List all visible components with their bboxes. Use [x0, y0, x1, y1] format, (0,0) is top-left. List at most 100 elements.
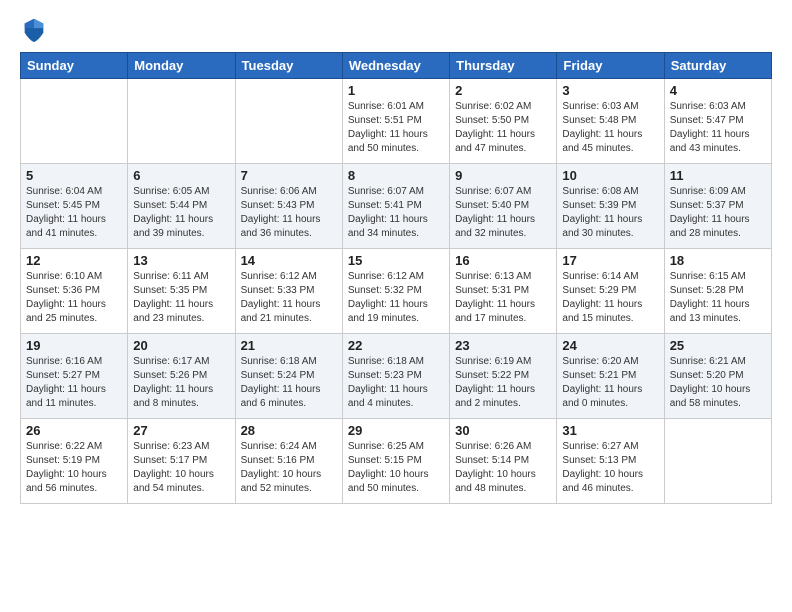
- day-info: Sunrise: 6:14 AM Sunset: 5:29 PM Dayligh…: [562, 270, 658, 326]
- day-number: 15: [348, 253, 444, 268]
- calendar-cell: [128, 79, 235, 164]
- calendar-cell: 23 Sunrise: 6:19 AM Sunset: 5:22 PM Dayli…: [450, 334, 557, 419]
- calendar-cell: [235, 79, 342, 164]
- day-info: Sunrise: 6:19 AM Sunset: 5:22 PM Dayligh…: [455, 355, 551, 411]
- day-number: 13: [133, 253, 229, 268]
- day-info: Sunrise: 6:13 AM Sunset: 5:31 PM Dayligh…: [455, 270, 551, 326]
- day-number: 10: [562, 168, 658, 183]
- day-info: Sunrise: 6:12 AM Sunset: 5:32 PM Dayligh…: [348, 270, 444, 326]
- calendar-cell: 7 Sunrise: 6:06 AM Sunset: 5:43 PM Daylig…: [235, 164, 342, 249]
- day-number: 21: [241, 338, 337, 353]
- weekday-header-friday: Friday: [557, 53, 664, 79]
- day-number: 24: [562, 338, 658, 353]
- calendar-cell: 5 Sunrise: 6:04 AM Sunset: 5:45 PM Daylig…: [21, 164, 128, 249]
- calendar-cell: 19 Sunrise: 6:16 AM Sunset: 5:27 PM Dayli…: [21, 334, 128, 419]
- calendar-cell: [664, 419, 771, 504]
- calendar-cell: 30 Sunrise: 6:26 AM Sunset: 5:14 PM Dayli…: [450, 419, 557, 504]
- weekday-header-wednesday: Wednesday: [342, 53, 449, 79]
- calendar-cell: 15 Sunrise: 6:12 AM Sunset: 5:32 PM Dayli…: [342, 249, 449, 334]
- calendar-cell: 1 Sunrise: 6:01 AM Sunset: 5:51 PM Daylig…: [342, 79, 449, 164]
- day-number: 16: [455, 253, 551, 268]
- calendar-cell: 8 Sunrise: 6:07 AM Sunset: 5:41 PM Daylig…: [342, 164, 449, 249]
- day-info: Sunrise: 6:16 AM Sunset: 5:27 PM Dayligh…: [26, 355, 122, 411]
- day-info: Sunrise: 6:22 AM Sunset: 5:19 PM Dayligh…: [26, 440, 122, 496]
- day-number: 9: [455, 168, 551, 183]
- calendar-cell: 2Sunrise: 6:02 AM Sunset: 5:50 PM Daylig…: [450, 79, 557, 164]
- calendar-cell: 9 Sunrise: 6:07 AM Sunset: 5:40 PM Daylig…: [450, 164, 557, 249]
- day-number: 25: [670, 338, 766, 353]
- day-info: Sunrise: 6:07 AM Sunset: 5:41 PM Dayligh…: [348, 185, 444, 241]
- calendar-cell: 29 Sunrise: 6:25 AM Sunset: 5:15 PM Dayli…: [342, 419, 449, 504]
- day-number: 30: [455, 423, 551, 438]
- calendar-cell: 12Sunrise: 6:10 AM Sunset: 5:36 PM Dayli…: [21, 249, 128, 334]
- day-info: Sunrise: 6:06 AM Sunset: 5:43 PM Dayligh…: [241, 185, 337, 241]
- calendar-cell: 3 Sunrise: 6:03 AM Sunset: 5:48 PM Daylig…: [557, 79, 664, 164]
- day-number: 17: [562, 253, 658, 268]
- day-number: 8: [348, 168, 444, 183]
- day-info: Sunrise: 6:08 AM Sunset: 5:39 PM Dayligh…: [562, 185, 658, 241]
- day-info: Sunrise: 6:12 AM Sunset: 5:33 PM Dayligh…: [241, 270, 337, 326]
- day-info: Sunrise: 6:18 AM Sunset: 5:24 PM Dayligh…: [241, 355, 337, 411]
- day-info: Sunrise: 6:03 AM Sunset: 5:47 PM Dayligh…: [670, 100, 766, 156]
- day-number: 28: [241, 423, 337, 438]
- day-number: 12: [26, 253, 122, 268]
- day-number: 29: [348, 423, 444, 438]
- weekday-header-monday: Monday: [128, 53, 235, 79]
- weekday-header-sunday: Sunday: [21, 53, 128, 79]
- day-number: 6: [133, 168, 229, 183]
- day-info: Sunrise: 6:27 AM Sunset: 5:13 PM Dayligh…: [562, 440, 658, 496]
- day-info: Sunrise: 6:01 AM Sunset: 5:51 PM Dayligh…: [348, 100, 444, 156]
- day-number: 23: [455, 338, 551, 353]
- calendar-cell: 21 Sunrise: 6:18 AM Sunset: 5:24 PM Dayli…: [235, 334, 342, 419]
- day-info: Sunrise: 6:18 AM Sunset: 5:23 PM Dayligh…: [348, 355, 444, 411]
- logo: [20, 16, 52, 44]
- calendar-cell: 11 Sunrise: 6:09 AM Sunset: 5:37 PM Dayli…: [664, 164, 771, 249]
- calendar-cell: 27 Sunrise: 6:23 AM Sunset: 5:17 PM Dayli…: [128, 419, 235, 504]
- calendar-cell: 17 Sunrise: 6:14 AM Sunset: 5:29 PM Dayli…: [557, 249, 664, 334]
- calendar-cell: 28 Sunrise: 6:24 AM Sunset: 5:16 PM Dayli…: [235, 419, 342, 504]
- day-number: 31: [562, 423, 658, 438]
- day-number: 4: [670, 83, 766, 98]
- day-number: 7: [241, 168, 337, 183]
- calendar-cell: 22 Sunrise: 6:18 AM Sunset: 5:23 PM Dayli…: [342, 334, 449, 419]
- day-info: Sunrise: 6:07 AM Sunset: 5:40 PM Dayligh…: [455, 185, 551, 241]
- calendar-cell: 13 Sunrise: 6:11 AM Sunset: 5:35 PM Dayli…: [128, 249, 235, 334]
- day-number: 2: [455, 83, 551, 98]
- day-number: 1: [348, 83, 444, 98]
- day-number: 14: [241, 253, 337, 268]
- day-number: 3: [562, 83, 658, 98]
- calendar-cell: 10 Sunrise: 6:08 AM Sunset: 5:39 PM Dayli…: [557, 164, 664, 249]
- day-info: Sunrise: 6:11 AM Sunset: 5:35 PM Dayligh…: [133, 270, 229, 326]
- weekday-header-tuesday: Tuesday: [235, 53, 342, 79]
- day-number: 5: [26, 168, 122, 183]
- calendar-cell: [21, 79, 128, 164]
- day-info: Sunrise: 6:05 AM Sunset: 5:44 PM Dayligh…: [133, 185, 229, 241]
- day-number: 18: [670, 253, 766, 268]
- day-info: Sunrise: 6:23 AM Sunset: 5:17 PM Dayligh…: [133, 440, 229, 496]
- day-number: 20: [133, 338, 229, 353]
- weekday-header-saturday: Saturday: [664, 53, 771, 79]
- day-info: Sunrise: 6:21 AM Sunset: 5:20 PM Dayligh…: [670, 355, 766, 411]
- page-header: [20, 16, 772, 44]
- day-info: Sunrise: 6:15 AM Sunset: 5:28 PM Dayligh…: [670, 270, 766, 326]
- day-info: Sunrise: 6:09 AM Sunset: 5:37 PM Dayligh…: [670, 185, 766, 241]
- calendar-cell: 14 Sunrise: 6:12 AM Sunset: 5:33 PM Dayli…: [235, 249, 342, 334]
- day-info: Sunrise: 6:17 AM Sunset: 5:26 PM Dayligh…: [133, 355, 229, 411]
- calendar: SundayMondayTuesdayWednesdayThursdayFrid…: [20, 52, 772, 504]
- day-info: Sunrise: 6:04 AM Sunset: 5:45 PM Dayligh…: [26, 185, 122, 241]
- day-number: 22: [348, 338, 444, 353]
- day-info: Sunrise: 6:03 AM Sunset: 5:48 PM Dayligh…: [562, 100, 658, 156]
- day-info: Sunrise: 6:26 AM Sunset: 5:14 PM Dayligh…: [455, 440, 551, 496]
- day-number: 11: [670, 168, 766, 183]
- day-number: 27: [133, 423, 229, 438]
- day-info: Sunrise: 6:24 AM Sunset: 5:16 PM Dayligh…: [241, 440, 337, 496]
- weekday-header-thursday: Thursday: [450, 53, 557, 79]
- day-number: 19: [26, 338, 122, 353]
- day-info: Sunrise: 6:20 AM Sunset: 5:21 PM Dayligh…: [562, 355, 658, 411]
- calendar-cell: 26 Sunrise: 6:22 AM Sunset: 5:19 PM Dayli…: [21, 419, 128, 504]
- day-info: Sunrise: 6:25 AM Sunset: 5:15 PM Dayligh…: [348, 440, 444, 496]
- calendar-cell: 4 Sunrise: 6:03 AM Sunset: 5:47 PM Daylig…: [664, 79, 771, 164]
- calendar-cell: 16 Sunrise: 6:13 AM Sunset: 5:31 PM Dayli…: [450, 249, 557, 334]
- day-number: 26: [26, 423, 122, 438]
- calendar-cell: 20 Sunrise: 6:17 AM Sunset: 5:26 PM Dayli…: [128, 334, 235, 419]
